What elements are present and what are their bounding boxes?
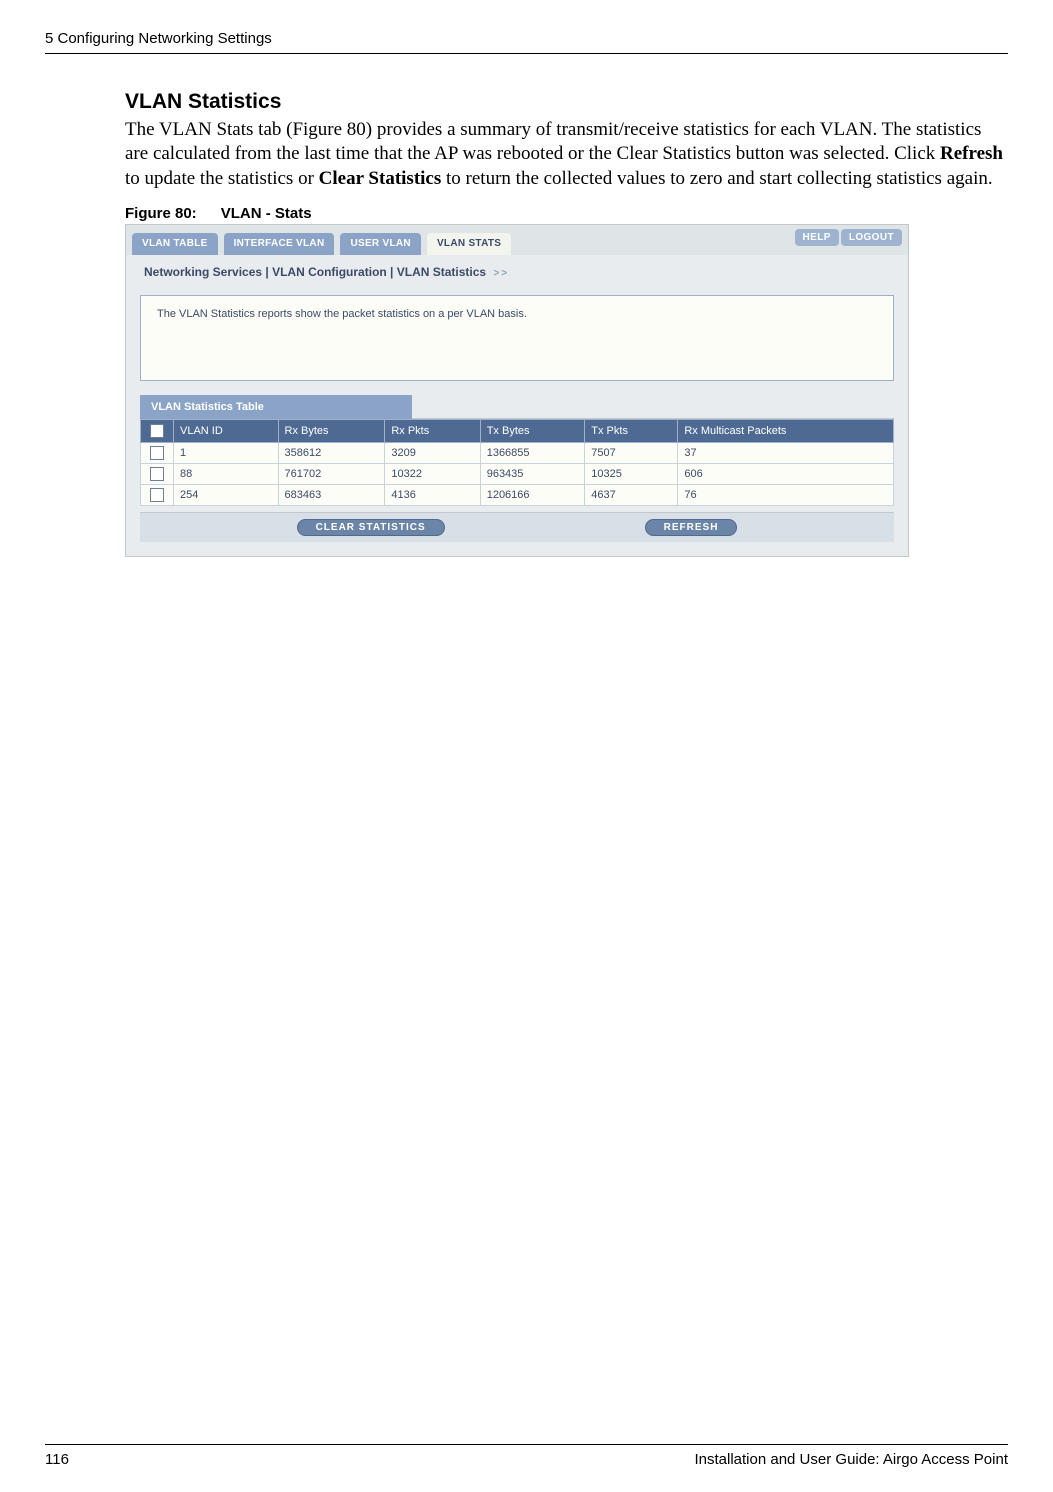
para-text-3: to return the collected values to zero a… [441, 168, 992, 189]
row-checkbox-cell[interactable] [141, 484, 174, 505]
breadcrumb-text: Networking Services | VLAN Configuration… [144, 265, 486, 279]
content-block: VLAN Statistics The VLAN Stats tab (Figu… [125, 90, 1008, 557]
cell-rx-pkts: 4136 [385, 484, 480, 505]
stats-area: VLAN Statistics Table VLAN ID Rx Bytes R… [140, 395, 894, 506]
cell-vlan-id: 88 [174, 463, 279, 484]
checkbox-icon[interactable] [150, 446, 164, 460]
col-header-tx-bytes: Tx Bytes [480, 419, 585, 442]
checkbox-icon[interactable] [150, 488, 164, 502]
logout-button[interactable]: LOGOUT [841, 229, 902, 246]
doc-title: Installation and User Guide: Airgo Acces… [694, 1451, 1008, 1468]
stats-table-title: VLAN Statistics Table [140, 395, 412, 419]
para-bold-refresh: Refresh [940, 143, 1003, 164]
table-row: 1 358612 3209 1366855 7507 37 [141, 442, 894, 463]
tab-user-vlan[interactable]: USER VLAN [340, 233, 420, 255]
col-header-checkbox[interactable] [141, 419, 174, 442]
col-header-rx-mcast: Rx Multicast Packets [678, 419, 894, 442]
cell-tx-pkts: 7507 [585, 442, 678, 463]
clear-statistics-button[interactable]: CLEAR STATISTICS [297, 519, 445, 536]
cell-rx-bytes: 761702 [278, 463, 385, 484]
cell-rx-mcast: 37 [678, 442, 894, 463]
checkbox-icon[interactable] [150, 467, 164, 481]
description-panel: The VLAN Statistics reports show the pac… [140, 295, 894, 381]
cell-tx-bytes: 963435 [480, 463, 585, 484]
figure-title: VLAN - Stats [221, 205, 312, 222]
vlan-stats-table: VLAN ID Rx Bytes Rx Pkts Tx Bytes Tx Pkt… [140, 419, 894, 506]
running-header: 5 Configuring Networking Settings [45, 30, 1008, 54]
cell-rx-bytes: 358612 [278, 442, 385, 463]
top-right-buttons: HELP LOGOUT [795, 229, 902, 246]
para-text-1: The VLAN Stats tab (Figure 80) provides … [125, 119, 981, 164]
cell-tx-pkts: 10325 [585, 463, 678, 484]
cell-rx-bytes: 683463 [278, 484, 385, 505]
help-button[interactable]: HELP [795, 229, 839, 246]
cell-rx-pkts: 10322 [385, 463, 480, 484]
col-header-rx-pkts: Rx Pkts [385, 419, 480, 442]
tab-vlan-stats[interactable]: VLAN STATS [427, 233, 511, 255]
row-checkbox-cell[interactable] [141, 463, 174, 484]
tab-interface-vlan[interactable]: INTERFACE VLAN [224, 233, 335, 255]
breadcrumb: Networking Services | VLAN Configuration… [144, 265, 509, 279]
stats-title-spacer [412, 395, 894, 419]
page-number: 116 [45, 1451, 69, 1468]
cell-rx-pkts: 3209 [385, 442, 480, 463]
col-header-vlan-id: VLAN ID [174, 419, 279, 442]
breadcrumb-band: Networking Services | VLAN Configuration… [126, 255, 908, 295]
para-bold-clear: Clear Statistics [319, 168, 442, 189]
figure-number: Figure 80: [125, 205, 197, 222]
cell-tx-bytes: 1366855 [480, 442, 585, 463]
tab-bar: VLAN TABLE INTERFACE VLAN USER VLAN VLAN… [126, 225, 908, 255]
row-checkbox-cell[interactable] [141, 442, 174, 463]
cell-rx-mcast: 606 [678, 463, 894, 484]
refresh-button[interactable]: REFRESH [645, 519, 738, 536]
col-header-tx-pkts: Tx Pkts [585, 419, 678, 442]
action-bar: CLEAR STATISTICS REFRESH [140, 512, 894, 542]
table-header-row: VLAN ID Rx Bytes Rx Pkts Tx Bytes Tx Pkt… [141, 419, 894, 442]
section-title: VLAN Statistics [125, 90, 1008, 114]
cell-vlan-id: 254 [174, 484, 279, 505]
col-header-rx-bytes: Rx Bytes [278, 419, 385, 442]
tab-vlan-table[interactable]: VLAN TABLE [132, 233, 218, 255]
cell-vlan-id: 1 [174, 442, 279, 463]
table-row: 88 761702 10322 963435 10325 606 [141, 463, 894, 484]
cell-tx-bytes: 1206166 [480, 484, 585, 505]
cell-rx-mcast: 76 [678, 484, 894, 505]
cell-tx-pkts: 4637 [585, 484, 678, 505]
section-paragraph: The VLAN Stats tab (Figure 80) provides … [125, 118, 1008, 191]
checkbox-icon[interactable] [150, 424, 164, 438]
para-text-2: to update the statistics or [125, 168, 319, 189]
figure-caption: Figure 80: VLAN - Stats [125, 205, 1008, 222]
page-footer: 116 Installation and User Guide: Airgo A… [45, 1444, 1008, 1468]
screenshot-panel: VLAN TABLE INTERFACE VLAN USER VLAN VLAN… [125, 224, 909, 557]
table-row: 254 683463 4136 1206166 4637 76 [141, 484, 894, 505]
breadcrumb-arrows-icon: >> [493, 268, 509, 279]
description-text: The VLAN Statistics reports show the pac… [157, 308, 527, 320]
